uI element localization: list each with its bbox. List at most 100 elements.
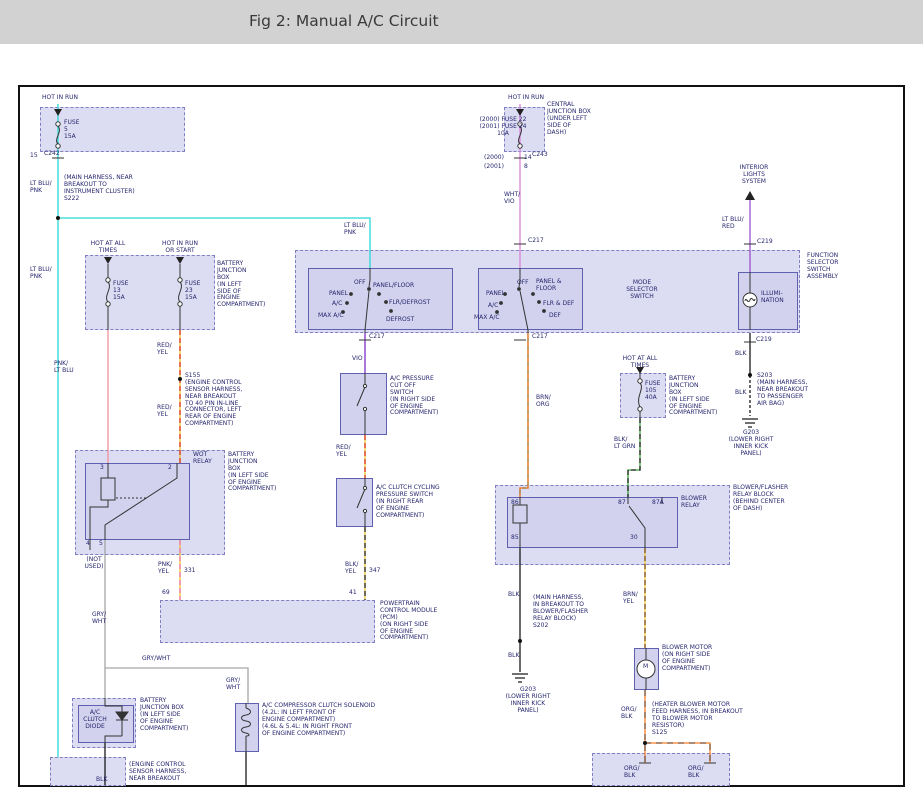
label-blk-lt-grn: BLK/ LT GRN (614, 437, 635, 451)
label-85: 85 (511, 535, 519, 542)
label-sw2-panel: PANEL (486, 291, 505, 298)
bottom-left-breakout-box (50, 757, 126, 786)
label-blower-motor: BLOWER MOTOR (ON RIGHT SIDE OF ENGINE CO… (662, 645, 712, 673)
label-red-yel-3: RED/ YEL (336, 445, 351, 459)
label-sw1-panel: PANEL (329, 291, 348, 298)
label-2000: (2000) (484, 155, 504, 162)
label-blk-r1: BLK (735, 351, 746, 358)
label-sw2-def: DEF (549, 313, 561, 320)
label-bjb1: BATTERY JUNCTION BOX (IN LEFT SIDE OF EN… (217, 261, 265, 309)
label-c243: C243 (532, 152, 548, 159)
fuse-box-left (40, 107, 185, 152)
switch1-box (308, 268, 453, 330)
label-pin3: 3 (100, 465, 104, 472)
label-347: 347 (369, 568, 380, 575)
label-bfrb: BLOWER/FLASHER RELAY BLOCK (BEHIND CENTE… (733, 485, 788, 513)
label-fuse13: FUSE 13 15A (113, 281, 128, 302)
label-illumination: ILLUMI- NATION (761, 291, 784, 305)
label-s203: S203 (MAIN HARNESS, NEAR BREAKOUT TO PAS… (757, 373, 808, 407)
label-fss-note: FUNCTION SELECTOR SWITCH ASSEMBLY (807, 253, 838, 281)
label-pnk-lt-blu: PNK/ LT BLU (54, 361, 74, 375)
label-blk-s202: BLK (508, 592, 519, 599)
label-blk-r2: BLK (735, 390, 746, 397)
label-brn-org: BRN/ ORG (536, 395, 551, 409)
label-s202: (MAIN HARNESS, IN BREAKOUT TO BLOWER/FLA… (533, 595, 588, 629)
label-pin4: 4 (86, 541, 90, 548)
label-gry-wht-2: GRY/WHT (142, 656, 170, 663)
label-pin5: 5 (99, 541, 103, 548)
label-vio: VIO (352, 356, 363, 363)
label-org-blk-1: ORG/ BLK (621, 707, 637, 721)
label-fuse23: FUSE 23 15A (185, 281, 200, 302)
label-cjb-note: CENTRAL JUNCTION BOX (UNDER LEFT SIDE OF… (547, 102, 591, 136)
label-g203-right: G203 (LOWER RIGHT INNER KICK PANEL) (726, 430, 776, 458)
label-red-yel-2: RED/ YEL (157, 405, 172, 419)
ac-cycling-switch-box (336, 478, 373, 527)
wot-relay-box (85, 463, 190, 540)
label-hot-in-run-left: HOT IN RUN (42, 95, 78, 102)
label-c242: C242 (44, 151, 60, 158)
label-69: 69 (162, 590, 170, 597)
label-bjb4: BATTERY JUNCTION BOX (IN LEFT SIDE OF EN… (669, 376, 717, 417)
label-s155: S155 (ENGINE CONTROL SENSOR HARNESS, NEA… (185, 373, 242, 428)
label-blk-g203: BLK (508, 653, 519, 660)
label-s125: (HEATER BLOWER MOTOR FEED HARNESS, IN BR… (652, 702, 743, 736)
label-blk-bottom-left: BLK (96, 777, 107, 784)
label-sw2-max-ac: MAX A/C (474, 315, 500, 322)
label-hot-in-run-mid: HOT IN RUN (508, 95, 544, 102)
label-lt-blu-pnk-2: LT BLU/ PNK (344, 223, 366, 237)
header-bar: Fig 2: Manual A/C Circuit (0, 0, 923, 44)
label-gry-wht-1: GRY/ WHT (92, 612, 106, 626)
label-ecsh: (ENGINE CONTROL SENSOR HARNESS, NEAR BRE… (129, 762, 186, 783)
label-sw2-off: OFF (517, 280, 529, 287)
label-30: 30 (630, 535, 638, 542)
label-ac-pressure: A/C PRESSURE CUT OFF SWITCH (IN RIGHT SI… (390, 376, 438, 417)
label-cjb-fuses: (2000) FUSE 22 (2001) FUSE 24 10A (466, 117, 540, 138)
label-41: 41 (349, 590, 357, 597)
label-sw2-ac: A/C (488, 303, 498, 310)
label-sw1-defrost: DEFROST (386, 317, 414, 324)
label-solenoid: A/C COMPRESSOR CLUTCH SOLENOID (4.2L: IN… (262, 703, 375, 737)
label-motor-m: M (643, 664, 648, 671)
label-blower-relay: BLOWER RELAY (681, 496, 707, 510)
label-c217-top: C217 (528, 238, 544, 245)
label-red-yel-1: RED/ YEL (157, 343, 172, 357)
label-hot-all-left: HOT AT ALL TIMES (86, 241, 130, 255)
label-g203-left: G203 (LOWER RIGHT INNER KICK PANEL) (500, 687, 556, 715)
label-c217-b2: C217 (532, 334, 548, 341)
label-blk-yel: BLK/ YEL (345, 562, 358, 576)
label-lt-blu-red: LT BLU/ RED (722, 217, 744, 231)
label-sw2-panel-floor: PANEL & FLOOR (536, 279, 562, 293)
label-87: 87 (618, 500, 626, 507)
label-ac-diode: A/C CLUTCH DIODE (80, 710, 110, 731)
label-bjb3: BATTERY JUNCTION BOX (IN LEFT SIDE OF EN… (140, 698, 188, 732)
label-wht-vio: WHT/ VIO (504, 192, 520, 206)
label-pin14: 14 (524, 155, 532, 162)
label-ac-cycling: A/C CLUTCH CYCLING PRESSURE SWITCH (IN R… (376, 485, 440, 519)
label-c242-pin: 15 (30, 153, 38, 160)
label-sw2-flr-def: FLR & DEF (543, 301, 574, 308)
label-sw1-off: OFF (354, 280, 366, 287)
label-interior-lights: INTERIOR LIGHTS SYSTEM (733, 165, 775, 186)
label-lt-blu-pnk-1: LT BLU/ PNK (30, 181, 52, 195)
label-mode-selector: MODE SELECTOR SWITCH (618, 280, 666, 301)
compressor-solenoid-box (235, 703, 259, 752)
label-lt-blu-pnk-3: LT BLU/ PNK (30, 267, 52, 281)
label-brn-yel: BRN/ YEL (623, 592, 638, 606)
label-hot-all-right: HOT AT ALL TIMES (616, 356, 664, 370)
label-sw1-flr-defrost: FLR/DEFROST (389, 300, 430, 307)
label-not-used: (NOT USED) (78, 557, 110, 571)
label-pin2: 2 (168, 465, 172, 472)
page-title: Fig 2: Manual A/C Circuit (249, 12, 439, 30)
label-331: 331 (184, 568, 195, 575)
pcm-box (160, 600, 375, 643)
label-org-blk-2: ORG/ BLK (624, 766, 640, 780)
label-2001: (2001) (484, 164, 504, 171)
label-pcm: POWERTRAIN CONTROL MODULE (PCM) (ON RIGH… (380, 601, 437, 642)
label-87a: 87A (652, 500, 664, 507)
label-fuse5: FUSE 5 15A (64, 120, 79, 141)
wiring-diagram-page: Fig 2: Manual A/C Circuit (0, 0, 923, 812)
label-gry-wht-3: GRY/ WHT (226, 678, 240, 692)
label-fuse105: FUSE 105 40A (645, 381, 660, 402)
label-pnk-yel: PNK/ YEL (158, 562, 172, 576)
